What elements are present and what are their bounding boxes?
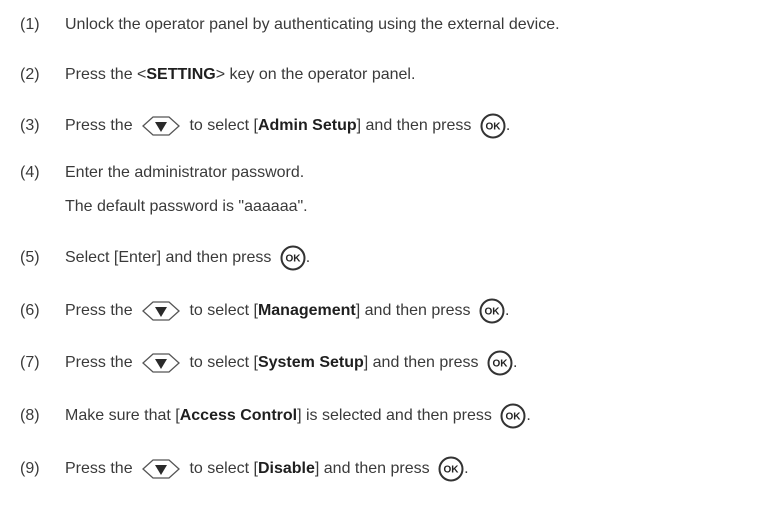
svg-text:OK: OK: [485, 122, 501, 133]
svg-text:OK: OK: [492, 359, 508, 370]
ok-key-icon: OK: [500, 403, 526, 429]
step-8: (8) Make sure that [Access Control] is se…: [20, 403, 531, 429]
step-number: (2): [20, 66, 40, 83]
step-text: Make sure that [: [65, 407, 180, 424]
svg-text:OK: OK: [444, 465, 460, 476]
menu-item-name: System Setup: [257, 354, 364, 371]
step-text: ] and then press: [314, 460, 435, 477]
step-number: (3): [20, 117, 40, 134]
ok-key-icon: OK: [438, 456, 464, 482]
step-4-note: The default password is "aaaaaa".: [65, 198, 308, 215]
menu-item-name: Access Control: [179, 407, 298, 424]
step-text: Enter the administrator password.: [65, 164, 305, 181]
step-text: ] is selected and then press: [297, 407, 497, 424]
step-1: (1) Unlock the operator panel by authenti…: [20, 14, 560, 36]
svg-text:OK: OK: [484, 307, 500, 318]
step-text: to select [: [185, 460, 258, 477]
step-text: Press the: [65, 302, 138, 319]
menu-item-name: Management: [257, 302, 356, 319]
step-text: Press the: [65, 354, 138, 371]
key-name: SETTING: [146, 66, 216, 83]
ok-key-icon: OK: [487, 350, 513, 376]
step-text: Select [Enter] and then press: [65, 249, 276, 266]
step-text: to select [: [185, 302, 258, 319]
step-text: ] and then press: [355, 302, 475, 319]
down-arrow-key-icon: [141, 300, 181, 322]
down-arrow-key-icon: [141, 115, 181, 137]
ok-key-icon: OK: [480, 113, 506, 139]
step-number: (6): [20, 302, 40, 319]
step-text: Press the: [65, 117, 138, 134]
svg-text:OK: OK: [506, 412, 522, 423]
step-number: (7): [20, 354, 40, 371]
step-text: to select [: [185, 354, 258, 371]
step-text: ] and then press: [363, 354, 483, 371]
step-2: (2) Press the < SETTING > key on the operat…: [20, 64, 415, 86]
svg-text:OK: OK: [285, 254, 301, 265]
down-arrow-key-icon: [141, 352, 181, 374]
step-text: ] and then press: [356, 117, 476, 134]
step-6: (6) Press the to select [Management] and …: [20, 298, 509, 324]
step-number: (8): [20, 407, 40, 424]
step-number: (5): [20, 249, 40, 266]
menu-item-name: Disable: [257, 460, 315, 477]
step-number: (4): [20, 164, 40, 181]
step-4: (4) Enter the administrator password.: [20, 162, 304, 184]
step-text: Unlock the operator panel by authenticat…: [65, 16, 560, 33]
step-text: Press the: [65, 460, 138, 477]
step-number: (1): [20, 16, 40, 33]
step-3: (3) Press the to select [Admin Setup] and…: [20, 113, 510, 139]
step-7: (7) Press the to select [System Setup] an…: [20, 350, 517, 376]
step-text: to select [: [185, 117, 258, 134]
step-text: Press the <: [65, 66, 147, 83]
step-number: (9): [20, 460, 40, 477]
step-text: > key on the operator panel.: [215, 66, 416, 83]
menu-item-name: Admin Setup: [257, 117, 357, 134]
ok-key-icon: OK: [479, 298, 505, 324]
step-5: (5) Select [Enter] and then press OK.: [20, 245, 310, 271]
ok-key-icon: OK: [280, 245, 306, 271]
down-arrow-key-icon: [141, 458, 181, 480]
step-9: (9) Press the to select [Disable] and the…: [20, 456, 469, 482]
